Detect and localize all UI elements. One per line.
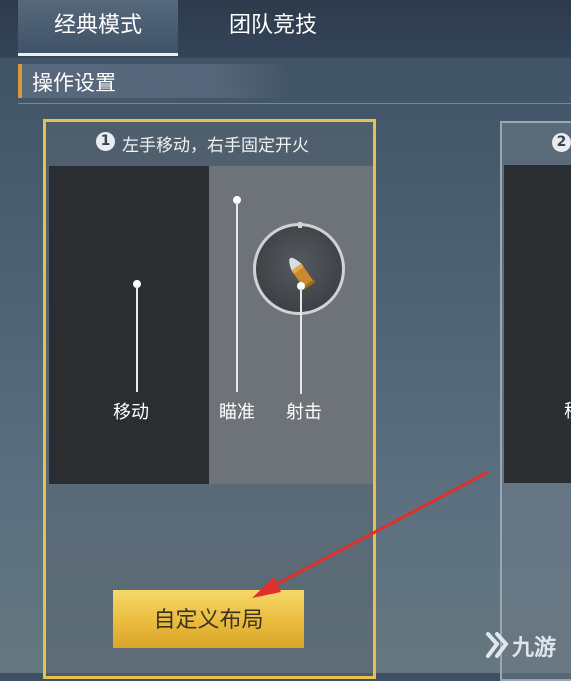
shoot-pointer-line (300, 288, 302, 394)
section-divider (18, 103, 571, 104)
section-header: 操作设置 (18, 64, 288, 98)
tab-team-deathmatch[interactable]: 团队竞技 (198, 0, 348, 56)
move-pointer-line (136, 286, 138, 392)
aim-pointer-line (236, 202, 238, 392)
tab-classic-mode[interactable]: 经典模式 (18, 0, 178, 56)
move-label: 移动 (113, 402, 149, 423)
layout-card-1[interactable]: 1 左手移动，右手固定开火 移动 瞄准 射击 自定义布局 (43, 119, 376, 679)
jiuyou-logo-icon (486, 632, 509, 658)
section-accent-bar (18, 64, 22, 98)
aim-label: 瞄准 (219, 402, 255, 423)
watermark-text: 九游 (512, 636, 557, 661)
mode-tab-bar: 经典模式 团队竞技 (0, 0, 571, 58)
move-label-partial: 移 (564, 397, 571, 423)
bullet-icon (289, 257, 316, 290)
card-header: 1 左手移动，右手固定开火 (46, 122, 373, 164)
aim-zone: 瞄准 射击 (209, 166, 373, 484)
layout-card-2[interactable]: 2 移 (500, 121, 571, 681)
watermark: 九游 (484, 628, 566, 664)
shoot-label: 射击 (286, 402, 322, 423)
fire-button (253, 222, 345, 315)
card-number-badge: 1 (96, 132, 115, 151)
section-title: 操作设置 (32, 71, 116, 95)
card-number-badge: 2 (552, 133, 571, 152)
custom-layout-button[interactable]: 自定义布局 (113, 590, 304, 648)
move-zone: 移动 (49, 166, 209, 484)
move-zone: 移 (504, 165, 571, 483)
card-title: 左手移动，右手固定开火 (122, 136, 309, 156)
